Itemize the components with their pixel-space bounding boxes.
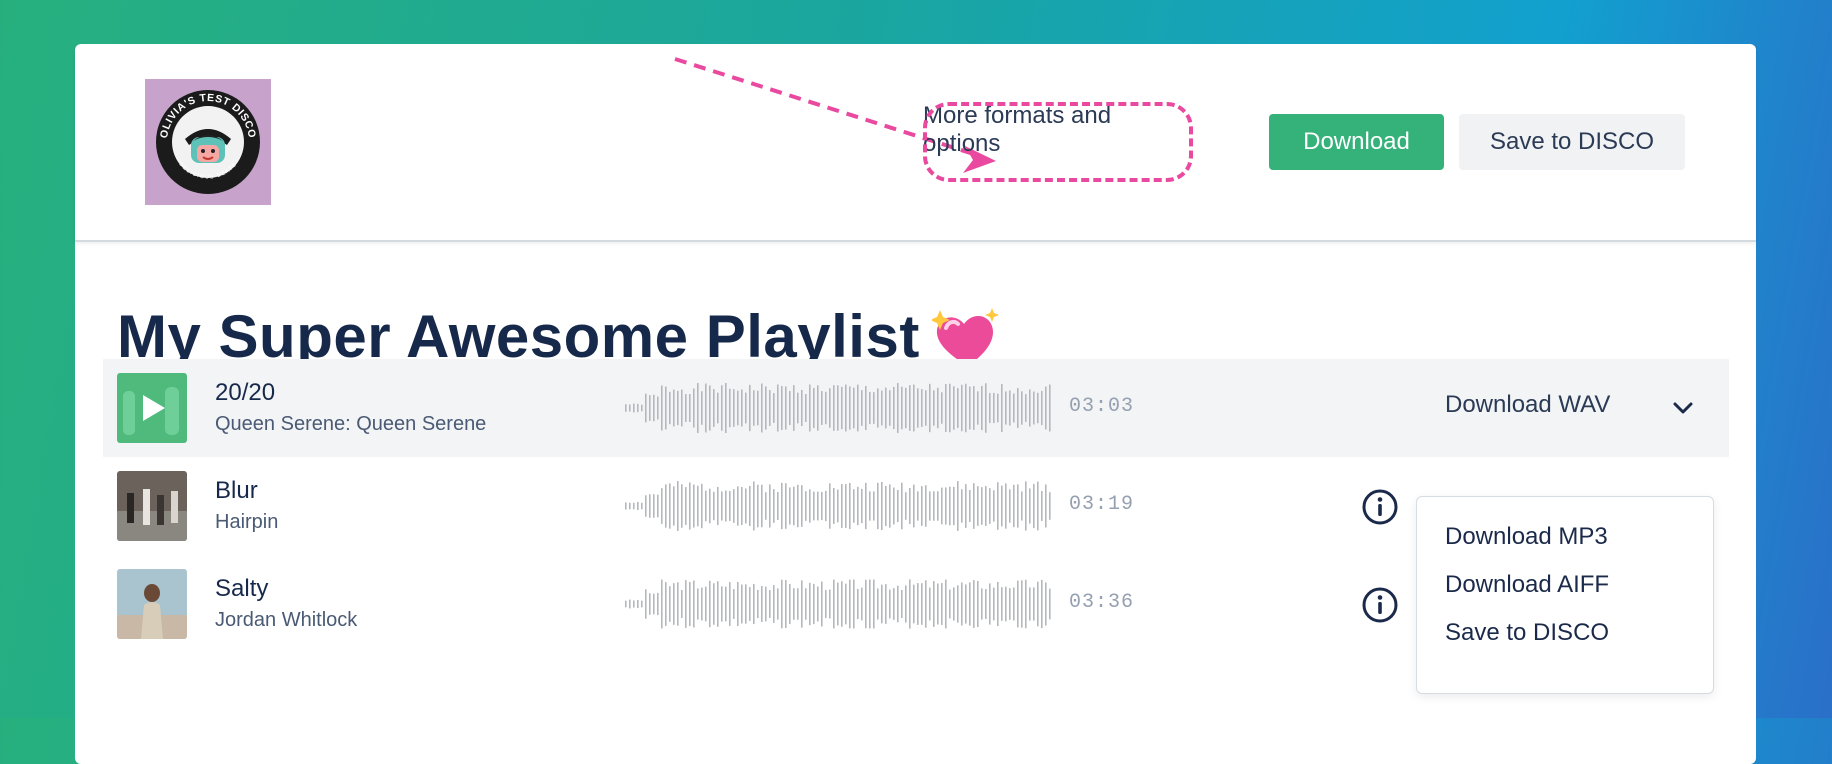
track-artwork[interactable] [117,471,187,541]
track-name: 20/20 [215,379,276,406]
album-art-icon [117,569,187,639]
track-artwork[interactable] [117,569,187,639]
menu-item-save-to-disco[interactable]: Save to DISCO [1445,619,1609,647]
play-icon[interactable] [117,373,187,443]
share-header: OLIVIA'S TEST DISCO DELICIOUS BEATS More… [75,44,1756,242]
download-label: Download [1303,128,1410,155]
download-button[interactable]: Download [1269,114,1444,170]
track-name: Salty [215,575,269,602]
track-artist: Hairpin [215,511,279,533]
album-art-icon [117,471,187,541]
track-artist: Queen Serene: Queen Serene [215,413,487,435]
menu-item-download-aiff[interactable]: Download AIFF [1445,571,1609,599]
track-duration: 03:19 [1069,493,1135,516]
download-format-select[interactable]: Download WAV [1445,391,1610,419]
track-artwork[interactable] [117,373,187,443]
brand-logo: OLIVIA'S TEST DISCO DELICIOUS BEATS [145,79,271,205]
waveform[interactable] [623,383,1053,433]
disco-badge-icon: OLIVIA'S TEST DISCO DELICIOUS BEATS [156,90,260,194]
track-artist: Jordan Whitlock [215,609,358,631]
chevron-down-icon[interactable] [1671,397,1695,419]
more-formats-button[interactable]: More formats and options [923,102,1177,158]
waveform[interactable] [623,481,1053,531]
more-formats-label: More formats and options [923,102,1112,157]
info-icon[interactable] [1361,586,1399,624]
track-name: Blur [215,477,258,504]
track-duration: 03:36 [1069,591,1135,614]
menu-item-download-mp3[interactable]: Download MP3 [1445,523,1608,551]
save-to-disco-button[interactable]: Save to DISCO [1459,114,1685,170]
track-row[interactable]: 20/20 Queen Serene: Queen Serene 03:03 D… [103,359,1729,457]
save-label: Save to DISCO [1489,128,1655,155]
waveform[interactable] [623,579,1053,629]
info-icon[interactable] [1361,488,1399,526]
download-format-menu: Download MP3 Download AIFF Save to DISCO [1416,496,1714,694]
track-duration: 03:03 [1069,395,1135,418]
